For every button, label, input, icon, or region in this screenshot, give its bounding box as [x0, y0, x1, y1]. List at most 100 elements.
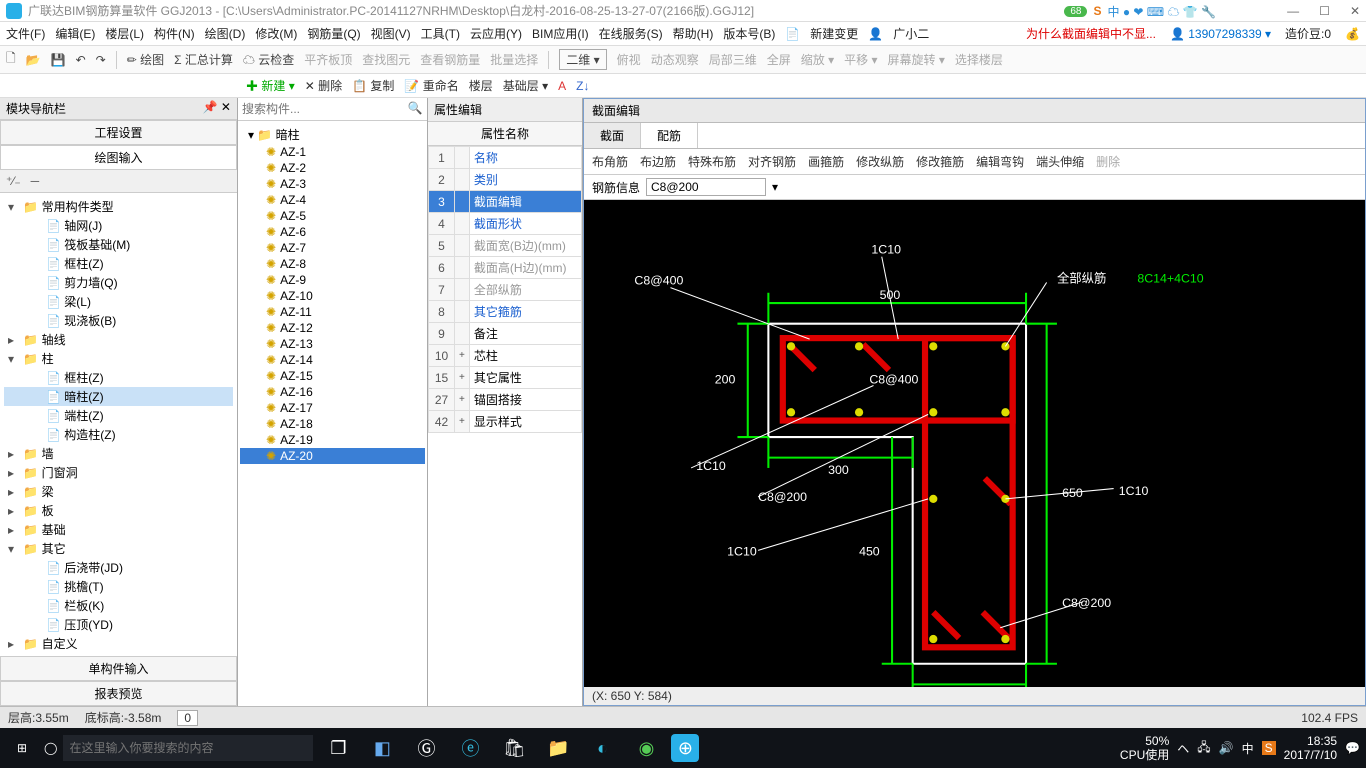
- notification-icon[interactable]: 💬: [1345, 741, 1360, 755]
- nav-item[interactable]: 📄 梁(L): [4, 292, 233, 311]
- tb2-rename[interactable]: 📝 重命名: [404, 77, 458, 94]
- menu-tool[interactable]: 工具(T): [421, 25, 460, 42]
- search-icon[interactable]: 🔍: [403, 98, 427, 120]
- menu-file[interactable]: 文件(F): [6, 25, 45, 42]
- nav-category[interactable]: ▸ 📁 门窗洞: [4, 463, 233, 482]
- tb-3d[interactable]: 局部三维: [709, 51, 757, 68]
- nav-category[interactable]: ▸ 📁 基础: [4, 520, 233, 539]
- menu-edit[interactable]: 编辑(E): [55, 25, 95, 42]
- nav-item[interactable]: 📄 框柱(Z): [4, 368, 233, 387]
- prop-row[interactable]: 2类别: [429, 169, 582, 191]
- tb-draw[interactable]: ✏ 绘图: [127, 51, 164, 68]
- max-button[interactable]: ☐: [1319, 4, 1330, 18]
- tray-vol-icon[interactable]: 🔊: [1219, 741, 1234, 755]
- comp-item[interactable]: ✺AZ-10: [240, 288, 425, 304]
- user-name[interactable]: 广小二: [893, 25, 929, 42]
- rebar-info-input[interactable]: [646, 178, 766, 196]
- menu-modify[interactable]: 修改(M): [255, 25, 297, 42]
- nav-item[interactable]: 📄 暗柱(Z): [4, 387, 233, 406]
- nav-category[interactable]: ▾ 📁 常用构件类型: [4, 197, 233, 216]
- nav-category[interactable]: ▾ 📁 柱: [4, 349, 233, 368]
- menu-version[interactable]: 版本号(B): [723, 25, 775, 42]
- comp-item[interactable]: ✺AZ-18: [240, 416, 425, 432]
- nav-item[interactable]: 📄 轴网(J): [4, 216, 233, 235]
- tb-full[interactable]: 全屏: [767, 51, 791, 68]
- nav-report[interactable]: 报表预览: [0, 681, 237, 706]
- menu-online[interactable]: 在线服务(S): [599, 25, 663, 42]
- comp-item[interactable]: ✺AZ-1: [240, 144, 425, 160]
- nav-icon-row[interactable]: ⁺⁄₋ ─: [0, 170, 237, 193]
- nav-item[interactable]: 📄 后浇带(JD): [4, 558, 233, 577]
- comp-root[interactable]: ▾ 📁 暗柱: [240, 125, 425, 144]
- tb-find[interactable]: 查找图元: [362, 51, 410, 68]
- min-button[interactable]: —: [1287, 4, 1299, 18]
- nav-item[interactable]: 📄 剪力墙(Q): [4, 273, 233, 292]
- subbar-item[interactable]: 修改箍筋: [916, 153, 964, 170]
- subbar-item[interactable]: 画箍筋: [808, 153, 844, 170]
- tab-rebar[interactable]: 配筋: [641, 123, 698, 148]
- tb-explorer[interactable]: 📁: [539, 732, 577, 764]
- tab-section[interactable]: 截面: [584, 123, 641, 148]
- nav-item[interactable]: 📄 框柱(Z): [4, 254, 233, 273]
- undo-icon[interactable]: ↶: [76, 53, 86, 67]
- prop-row[interactable]: 1名称: [429, 147, 582, 169]
- prop-row[interactable]: 5截面宽(B边)(mm): [429, 235, 582, 257]
- nav-category[interactable]: ▸ 📁 自定义: [4, 634, 233, 653]
- comp-item[interactable]: ✺AZ-17: [240, 400, 425, 416]
- comp-item[interactable]: ✺AZ-11: [240, 304, 425, 320]
- nav-pin-icon[interactable]: 📌 ✕: [203, 100, 231, 117]
- windows-taskbar[interactable]: ⊞ ◯ ❐ ◧ Ⓖ ⓔ 🛍 📁 ◐ ◉ ⊕ 50%CPU使用 ヘ 🖧 🔊 中 S…: [0, 728, 1366, 768]
- save-icon[interactable]: 💾: [51, 53, 66, 67]
- tray-net-icon[interactable]: 🖧: [1197, 738, 1210, 759]
- nav-category[interactable]: ▸ 📁 墙: [4, 444, 233, 463]
- tb-sum[interactable]: Σ 汇总计算: [174, 51, 233, 68]
- close-button[interactable]: ✕: [1350, 4, 1360, 18]
- subbar-item[interactable]: 端头伸缩: [1036, 153, 1084, 170]
- comp-item[interactable]: ✺AZ-2: [240, 160, 425, 176]
- tb2-layer[interactable]: 楼层: [469, 77, 493, 94]
- tb-app5[interactable]: ⊕: [671, 734, 699, 762]
- nav-tree[interactable]: ▾ 📁 常用构件类型📄 轴网(J)📄 筏板基础(M)📄 框柱(Z)📄 剪力墙(Q…: [0, 193, 237, 656]
- prop-row[interactable]: 10+芯柱: [429, 345, 582, 367]
- nav-item[interactable]: 📄 栏板(K): [4, 596, 233, 615]
- redo-icon[interactable]: ↷: [96, 53, 106, 67]
- account-number[interactable]: 13907298339: [1188, 27, 1261, 41]
- tray-ime[interactable]: 中: [1242, 740, 1254, 757]
- nav-item[interactable]: 📄 筏板基础(M): [4, 235, 233, 254]
- tb-zoom[interactable]: 缩放 ▾: [801, 51, 834, 68]
- comp-item[interactable]: ✺AZ-5: [240, 208, 425, 224]
- comp-item[interactable]: ✺AZ-9: [240, 272, 425, 288]
- menu-view[interactable]: 视图(V): [371, 25, 411, 42]
- menu-component[interactable]: 构件(N): [154, 25, 195, 42]
- comp-item[interactable]: ✺AZ-20: [240, 448, 425, 464]
- nav-item[interactable]: 📄 挑檐(T): [4, 577, 233, 596]
- start-button[interactable]: ⊞: [6, 732, 38, 764]
- tb-batch[interactable]: 批量选择: [490, 51, 538, 68]
- subbar-item[interactable]: 编辑弯钩: [976, 153, 1024, 170]
- tb-edge[interactable]: ⓔ: [451, 732, 489, 764]
- prop-row[interactable]: 8其它箍筋: [429, 301, 582, 323]
- tb-app1[interactable]: ◧: [363, 732, 401, 764]
- nav-category[interactable]: ▸ 📁 板: [4, 501, 233, 520]
- prop-row[interactable]: 15+其它属性: [429, 367, 582, 389]
- section-canvas[interactable]: C8@400 1C10 500 200 C8@400 1C10 300 C8@2…: [584, 200, 1365, 705]
- component-tree[interactable]: ▾ 📁 暗柱✺AZ-1✺AZ-2✺AZ-3✺AZ-4✺AZ-5✺AZ-6✺AZ-…: [238, 121, 427, 706]
- prop-row[interactable]: 27+锚固搭接: [429, 389, 582, 411]
- tray-up-icon[interactable]: ヘ: [1177, 740, 1189, 757]
- taskbar-clock[interactable]: 18:352017/7/10: [1284, 734, 1337, 763]
- property-table[interactable]: 1名称2类别3截面编辑4截面形状5截面宽(B边)(mm)6截面高(H边)(mm)…: [428, 146, 582, 433]
- tb-viewbar[interactable]: 查看钢筋量: [420, 51, 480, 68]
- tb-align[interactable]: 平齐板顶: [304, 51, 352, 68]
- nav-single-input[interactable]: 单构件输入: [0, 656, 237, 681]
- nav-item[interactable]: 📄 端柱(Z): [4, 406, 233, 425]
- comp-item[interactable]: ✺AZ-7: [240, 240, 425, 256]
- warning-text[interactable]: 为什么截面编辑中不显...: [1026, 25, 1156, 42]
- component-search-input[interactable]: [238, 98, 403, 120]
- comp-item[interactable]: ✺AZ-16: [240, 384, 425, 400]
- tb-2d[interactable]: 二维 ▾: [559, 49, 606, 70]
- comp-item[interactable]: ✺AZ-14: [240, 352, 425, 368]
- prop-row[interactable]: 4截面形状: [429, 213, 582, 235]
- comp-item[interactable]: ✺AZ-3: [240, 176, 425, 192]
- comp-item[interactable]: ✺AZ-6: [240, 224, 425, 240]
- tb-top[interactable]: 俯视: [617, 51, 641, 68]
